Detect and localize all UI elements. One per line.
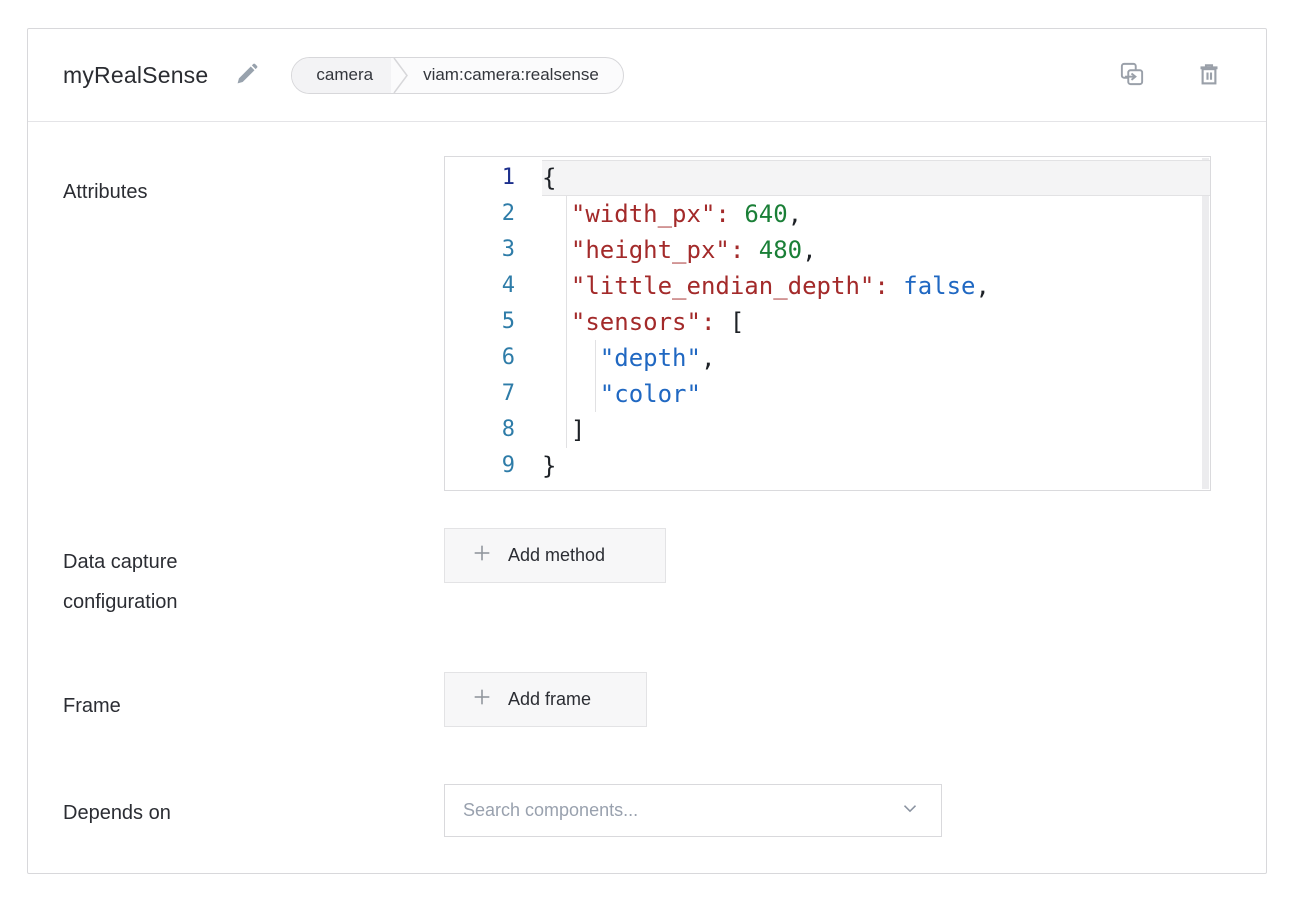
breadcrumb: camera viam:camera:realsense	[291, 57, 623, 94]
add-frame-label: Add frame	[508, 689, 591, 710]
data-capture-label: Data capture configuration	[63, 542, 278, 622]
depends-on-select[interactable]	[444, 784, 942, 837]
line-number: 6	[445, 340, 542, 376]
editor-line[interactable]: 2 "width_px": 640,	[445, 196, 1210, 232]
duplicate-button[interactable]	[1116, 58, 1148, 93]
attributes-code-editor[interactable]: 1{2 "width_px": 640,3 "height_px": 480,4…	[444, 156, 1211, 491]
duplicate-icon	[1116, 58, 1148, 93]
trash-icon	[1194, 59, 1224, 92]
delete-button[interactable]	[1194, 59, 1224, 92]
component-name: myRealSense	[63, 62, 208, 89]
plus-icon	[471, 686, 493, 713]
editor-line[interactable]: 9}	[445, 448, 1210, 484]
code-line-content: "little_endian_depth": false,	[542, 268, 1210, 304]
breadcrumb-model: viam:camera:realsense	[411, 58, 623, 93]
line-number: 5	[445, 304, 542, 340]
breadcrumb-type: camera	[292, 58, 391, 93]
code-line-content: "color"	[542, 376, 1210, 412]
header-actions	[1116, 58, 1224, 93]
pencil-icon	[234, 60, 261, 90]
code-line-content: "height_px": 480,	[542, 232, 1210, 268]
editor-line[interactable]: 1{	[445, 160, 1210, 196]
plus-icon	[471, 542, 493, 569]
frame-label: Frame	[63, 686, 121, 726]
line-number: 2	[445, 196, 542, 232]
editor-line[interactable]: 4 "little_endian_depth": false,	[445, 268, 1210, 304]
chevron-right-icon	[391, 58, 411, 93]
line-number: 3	[445, 232, 542, 268]
code-line-content: "width_px": 640,	[542, 196, 1210, 232]
chevron-down-icon[interactable]	[899, 797, 921, 824]
add-frame-button[interactable]: Add frame	[444, 672, 647, 727]
line-number: 4	[445, 268, 542, 304]
editor-line[interactable]: 7 "color"	[445, 376, 1210, 412]
component-header: myRealSense camera viam:camera:realsense	[28, 29, 1266, 122]
line-number: 8	[445, 412, 542, 448]
editor-line[interactable]: 8 ]	[445, 412, 1210, 448]
component-config-card: myRealSense camera viam:camera:realsense	[27, 28, 1267, 874]
add-method-button[interactable]: Add method	[444, 528, 666, 583]
code-line-content: }	[542, 448, 1210, 484]
search-components-input[interactable]	[463, 800, 899, 821]
line-number: 9	[445, 448, 542, 484]
line-number: 1	[445, 160, 542, 196]
attributes-code-editor-lines: 1{2 "width_px": 640,3 "height_px": 480,4…	[445, 157, 1210, 484]
code-line-content: {	[542, 160, 1210, 196]
code-line-content: "depth",	[542, 340, 1210, 376]
editor-line[interactable]: 3 "height_px": 480,	[445, 232, 1210, 268]
code-line-content: ]	[542, 412, 1210, 448]
editor-line[interactable]: 6 "depth",	[445, 340, 1210, 376]
editor-line[interactable]: 5 "sensors": [	[445, 304, 1210, 340]
depends-on-label: Depends on	[63, 793, 171, 833]
line-number: 7	[445, 376, 542, 412]
add-method-label: Add method	[508, 545, 605, 566]
attributes-label: Attributes	[63, 172, 147, 212]
code-line-content: "sensors": [	[542, 304, 1210, 340]
rename-button[interactable]	[234, 60, 261, 90]
